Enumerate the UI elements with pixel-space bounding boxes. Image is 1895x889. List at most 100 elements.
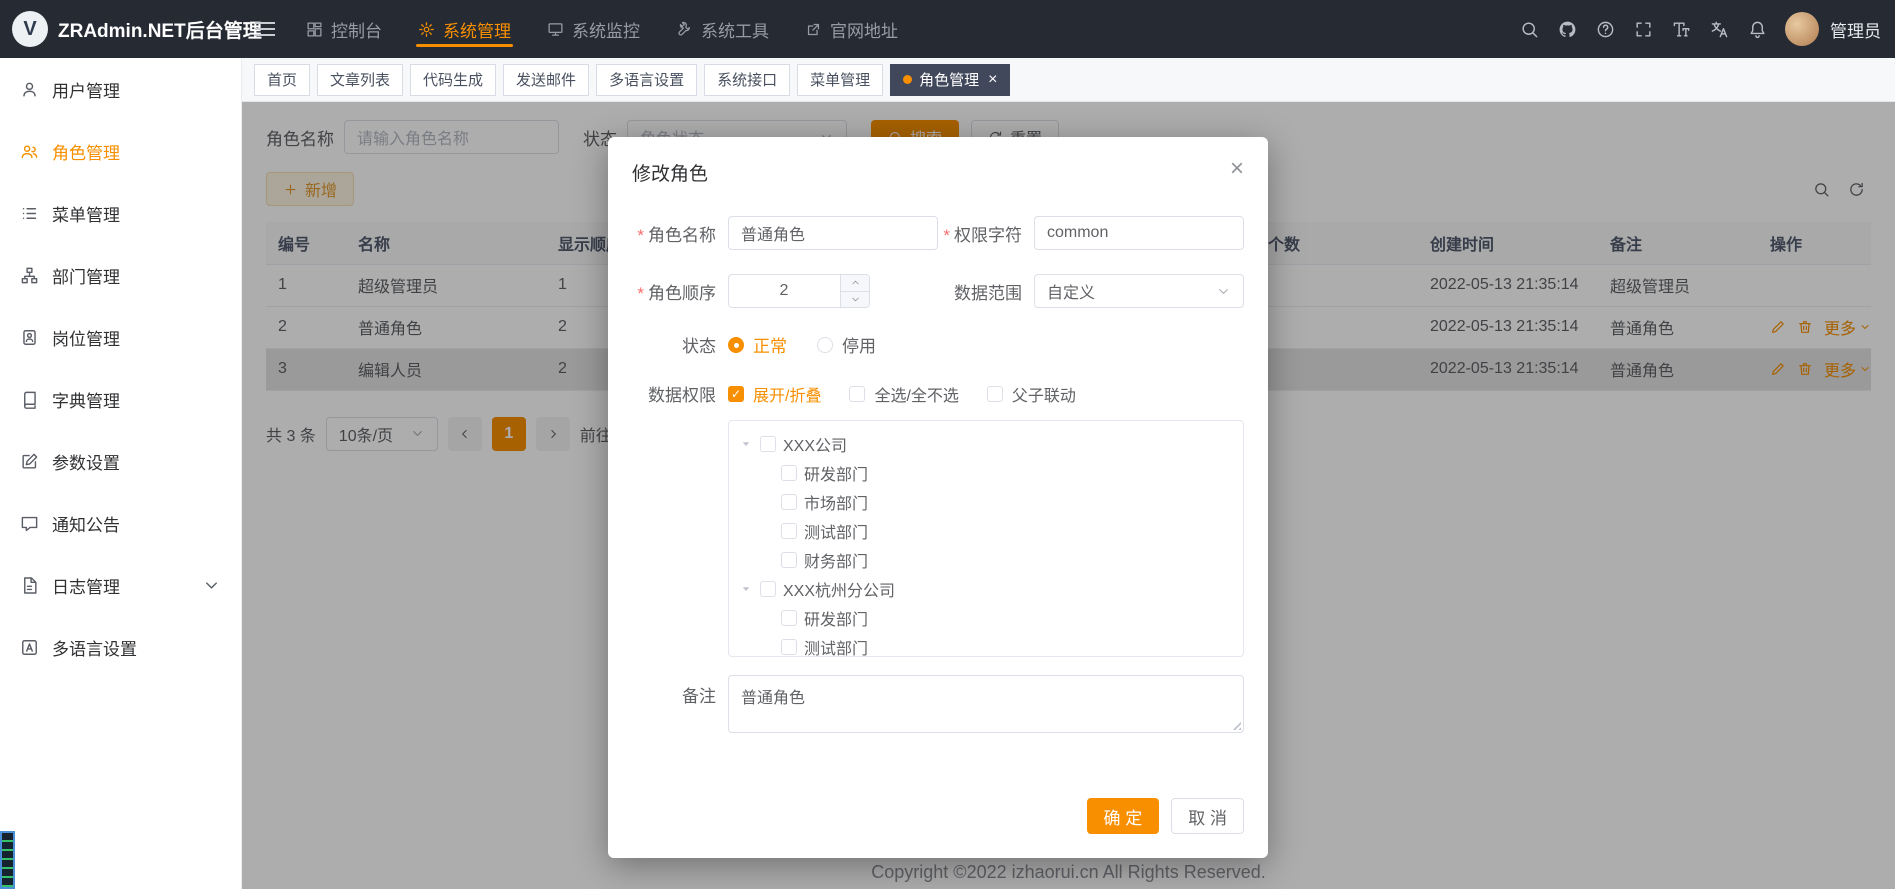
gear-icon [418,21,435,38]
tab-label: 系统接口 [717,69,777,90]
menu-list-icon [20,204,39,223]
nav-item-official-site[interactable]: 官网地址 [787,0,916,58]
role-name-field[interactable]: 普通角色 [728,216,938,250]
status-radio-normal[interactable]: 正常 [728,332,787,357]
tree-checkbox[interactable] [781,610,797,626]
user-name[interactable]: 管理员 [1830,17,1881,42]
increment-button[interactable] [841,275,869,292]
tab-roles-active[interactable]: 角色管理 × [890,64,1010,96]
font-size-button[interactable] [1663,11,1699,47]
sidebar-item-posts[interactable]: 岗位管理 [0,306,241,368]
edit-role-dialog: 修改角色 × 角色名称 普通角色 权限字符 common 角色顺序 2 [608,137,1268,858]
nav-item-system-monitor[interactable]: 系统监控 [529,0,658,58]
data-scope-select[interactable]: 自定义 [1034,274,1244,308]
cancel-button[interactable]: 取 消 [1171,798,1244,834]
tree-checkbox[interactable] [781,494,797,510]
tab-codegen[interactable]: 代码生成 [410,64,496,96]
help-button[interactable] [1587,11,1623,47]
caret-down-icon[interactable] [739,582,753,596]
tools-icon [676,21,693,38]
tree-checkbox[interactable] [781,639,797,655]
parent-child-link-checkbox[interactable]: 父子联动 [987,382,1076,406]
nav-item-console[interactable]: 控制台 [288,0,400,58]
remark-textarea[interactable]: 普通角色 [728,675,1244,733]
tab-menus[interactable]: 菜单管理 [797,64,883,96]
tree-checkbox[interactable] [760,581,776,597]
fullscreen-button[interactable] [1625,11,1661,47]
dialog-title: 修改角色 [632,159,708,186]
tree-node-label: XXX公司 [783,432,847,456]
tab-send-mail[interactable]: 发送邮件 [503,64,589,96]
external-link-icon [805,21,822,38]
dialog-close-button[interactable]: × [1230,159,1244,178]
close-icon[interactable]: × [988,72,997,88]
tab-label: 菜单管理 [810,69,870,90]
perm-char-field-value: common [1047,224,1108,242]
app-logo[interactable]: V ZRAdmin.NET后台管理 [0,11,242,47]
nav-item-system-management[interactable]: 系统管理 [400,0,529,58]
roles-icon [20,142,39,161]
chevron-down-icon [202,576,221,595]
search-button[interactable] [1511,11,1547,47]
search-icon [1520,20,1539,39]
nav-label: 系统监控 [572,17,640,42]
tab-system-api[interactable]: 系统接口 [704,64,790,96]
tab-languages[interactable]: 多语言设置 [596,64,697,96]
checkbox-box-icon [849,386,865,402]
checkbox-box-icon [987,386,1003,402]
notifications-button[interactable] [1739,11,1775,47]
sidebar-item-notices[interactable]: 通知公告 [0,492,241,554]
tree-node-company[interactable]: XXX公司 [739,429,1233,458]
select-all-checkbox[interactable]: 全选/全不选 [849,382,958,406]
sidebar-item-label: 菜单管理 [52,201,120,226]
role-order-input[interactable]: 2 [728,274,870,308]
sidebar-item-roles[interactable]: 角色管理 [0,120,241,182]
caret-down-icon[interactable] [739,437,753,451]
number-spinners [840,275,869,307]
tree-checkbox[interactable] [781,552,797,568]
logo-icon: V [12,11,48,47]
decrement-button[interactable] [841,292,869,308]
tree-node-dept[interactable]: 测试部门 [739,632,1233,657]
sidebar-toggle-button[interactable] [242,0,288,58]
app-title: ZRAdmin.NET后台管理 [58,16,262,43]
role-name-field-label: 角色名称 [632,221,728,246]
tree-node-dept[interactable]: 市场部门 [739,487,1233,516]
sidebar-item-logs[interactable]: 日志管理 [0,554,241,616]
tree-node-dept[interactable]: 测试部门 [739,516,1233,545]
user-icon [20,80,39,99]
tree-checkbox[interactable] [760,436,776,452]
sidebar-item-label: 部门管理 [52,263,120,288]
top-header: V ZRAdmin.NET后台管理 控制台 系统管理 系统监控 系统工具 [0,0,1895,58]
sidebar-item-dictionary[interactable]: 字典管理 [0,368,241,430]
tree-node-dept[interactable]: 研发部门 [739,603,1233,632]
confirm-button[interactable]: 确 定 [1087,798,1160,834]
chevron-down-icon [1216,284,1231,299]
tree-checkbox[interactable] [781,465,797,481]
avatar[interactable] [1785,12,1819,46]
nav-item-system-tools[interactable]: 系统工具 [658,0,787,58]
tree-node-label: 研发部门 [804,461,868,485]
sidebar-item-departments[interactable]: 部门管理 [0,244,241,306]
sidebar: 用户管理 角色管理 菜单管理 部门管理 岗位管理 字典管理 参数设置 通知公告 [0,58,242,889]
params-edit-icon [20,452,39,471]
sidebar-item-parameters[interactable]: 参数设置 [0,430,241,492]
tree-node-branch[interactable]: XXX杭州分公司 [739,574,1233,603]
sidebar-item-users[interactable]: 用户管理 [0,58,241,120]
sidebar-item-label: 角色管理 [52,139,120,164]
language-switch-button[interactable] [1701,11,1737,47]
tree-node-dept[interactable]: 财务部门 [739,545,1233,574]
role-order-field-label: 角色顺序 [632,279,728,304]
tree-node-label: XXX杭州分公司 [783,577,895,601]
tree-checkbox[interactable] [781,523,797,539]
tab-articles[interactable]: 文章列表 [317,64,403,96]
github-button[interactable] [1549,11,1585,47]
sidebar-item-menus[interactable]: 菜单管理 [0,182,241,244]
sidebar-item-languages[interactable]: 多语言设置 [0,616,241,678]
expand-collapse-checkbox[interactable]: ✓ 展开/折叠 [728,382,821,406]
tab-home[interactable]: 首页 [254,64,310,96]
perm-char-field[interactable]: common [1034,216,1244,250]
status-radio-disabled[interactable]: 停用 [817,332,876,357]
tree-node-dept[interactable]: 研发部门 [739,458,1233,487]
active-dot-icon [903,75,912,84]
